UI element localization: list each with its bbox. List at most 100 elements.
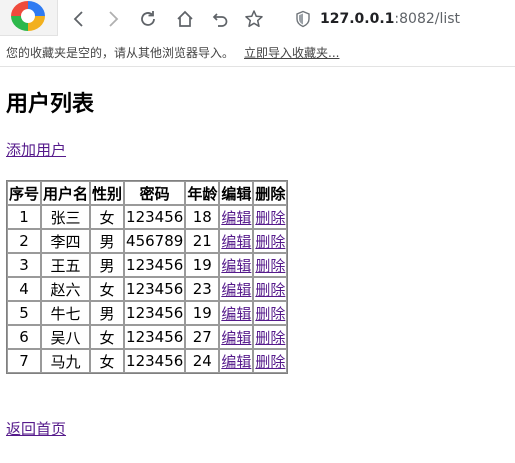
delete-link[interactable]: 删除	[255, 257, 285, 275]
header-age: 年龄	[185, 181, 220, 205]
table-cell: 编辑	[219, 205, 254, 229]
add-user-link[interactable]: 添加用户	[6, 139, 66, 160]
header-username: 用户名	[41, 181, 91, 205]
cell-age: 19	[185, 301, 220, 325]
cell-password: 123456	[124, 277, 186, 301]
edit-link[interactable]: 编辑	[221, 329, 251, 347]
cell-id: 5	[7, 301, 42, 325]
chevron-right-icon	[109, 11, 119, 27]
table-cell: 删除	[253, 325, 288, 349]
table-cell: 编辑	[219, 229, 254, 253]
shield-icon	[296, 10, 310, 28]
cell-gender: 女	[90, 325, 125, 349]
bookmarks-bar: 您的收藏夹是空的，请从其他浏览器导入。 立即导入收藏夹...	[0, 38, 515, 67]
cell-gender: 女	[90, 349, 125, 373]
cell-password: 123456	[124, 253, 186, 277]
cell-gender: 男	[90, 253, 125, 277]
back-button[interactable]	[67, 7, 91, 31]
undo-icon	[212, 13, 228, 27]
table-row: 4 赵六女 123456 23 编辑 删除	[7, 277, 288, 301]
table-cell: 删除	[253, 301, 288, 325]
chevron-left-icon	[73, 11, 83, 27]
url-path: :8082/list	[394, 11, 461, 27]
cell-id: 7	[7, 349, 42, 373]
table-row: 1 张三女 123456 18 编辑 删除	[7, 205, 288, 229]
table-row: 7 马九女 123456 24 编辑 删除	[7, 349, 288, 373]
cell-gender: 女	[90, 277, 125, 301]
cell-password: 456789	[124, 229, 186, 253]
cell-id: 1	[7, 205, 42, 229]
header-edit: 编辑	[219, 181, 254, 205]
cell-age: 27	[185, 325, 220, 349]
browser-tab[interactable]	[0, 0, 58, 36]
bookmark-star-button[interactable]	[242, 7, 266, 31]
delete-link[interactable]: 删除	[255, 233, 285, 251]
edit-link[interactable]: 编辑	[221, 281, 251, 299]
url-host: 127.0.0.1	[320, 11, 395, 27]
table-cell: 删除	[253, 205, 288, 229]
table-cell: 编辑	[219, 277, 254, 301]
reload-icon	[141, 11, 155, 26]
cell-age: 23	[185, 277, 220, 301]
delete-link[interactable]: 删除	[255, 353, 285, 371]
table-cell: 编辑	[219, 301, 254, 325]
cell-password: 123456	[124, 301, 186, 325]
table-cell: 删除	[253, 229, 288, 253]
header-gender: 性别	[90, 181, 125, 205]
page-title: 用户列表	[6, 92, 95, 117]
cell-password: 123456	[124, 325, 186, 349]
import-bookmarks-link[interactable]: 立即导入收藏夹...	[244, 44, 339, 61]
table-header-row: 序号 用户名 性别 密码 年龄 编辑 删除	[7, 181, 288, 205]
delete-link[interactable]: 删除	[255, 281, 285, 299]
page-content: 用户列表 添加用户 序号 用户名 性别 密码 年龄 编辑 删除 1 张三女 1234…	[0, 91, 515, 439]
cell-username: 吴八	[41, 325, 91, 349]
table-cell: 删除	[253, 277, 288, 301]
cell-username: 马九	[41, 349, 91, 373]
header-delete: 删除	[253, 181, 288, 205]
cell-age: 21	[185, 229, 220, 253]
home-icon	[177, 10, 193, 27]
table-row: 3 王五男 123456 19 编辑 删除	[7, 253, 288, 277]
user-table: 序号 用户名 性别 密码 年龄 编辑 删除 1 张三女 123456 18 编辑 删除 2 李…	[6, 180, 289, 374]
table-cell: 删除	[253, 253, 288, 277]
delete-link[interactable]: 删除	[255, 329, 285, 347]
edit-link[interactable]: 编辑	[221, 209, 251, 227]
cell-gender: 男	[90, 229, 125, 253]
undo-button[interactable]	[208, 7, 232, 31]
cell-password: 123456	[124, 349, 186, 373]
home-button[interactable]	[173, 7, 197, 31]
address-bar[interactable]: 127.0.0.1:8082/list	[286, 5, 515, 33]
cell-id: 4	[7, 277, 42, 301]
edit-link[interactable]: 编辑	[221, 257, 251, 275]
cell-username: 张三	[41, 205, 91, 229]
back-home-link[interactable]: 返回首页	[6, 418, 66, 439]
header-id: 序号	[7, 181, 42, 205]
delete-link[interactable]: 删除	[255, 209, 285, 227]
cell-gender: 男	[90, 301, 125, 325]
cell-age: 19	[185, 253, 220, 277]
table-row: 6 吴八女 123456 27 编辑 删除	[7, 325, 288, 349]
delete-link[interactable]: 删除	[255, 305, 285, 323]
table-cell: 删除	[253, 349, 288, 373]
browser-toolbar: 127.0.0.1:8082/list	[0, 0, 515, 38]
table-row: 2 李四男 456789 21 编辑 删除	[7, 229, 288, 253]
edit-link[interactable]: 编辑	[221, 305, 251, 323]
forward-button[interactable]	[101, 7, 125, 31]
cell-username: 李四	[41, 229, 91, 253]
browser-logo-icon	[11, 1, 45, 31]
cell-age: 18	[185, 205, 220, 229]
cell-id: 6	[7, 325, 42, 349]
cell-age: 24	[185, 349, 220, 373]
table-row: 5 牛七男 123456 19 编辑 删除	[7, 301, 288, 325]
cell-username: 王五	[41, 253, 91, 277]
cell-password: 123456	[124, 205, 186, 229]
star-icon	[245, 10, 263, 28]
cell-username: 牛七	[41, 301, 91, 325]
reload-button[interactable]	[136, 7, 160, 31]
edit-link[interactable]: 编辑	[221, 353, 251, 371]
cell-id: 3	[7, 253, 42, 277]
header-password: 密码	[124, 181, 186, 205]
bookmarks-notice: 您的收藏夹是空的，请从其他浏览器导入。	[6, 45, 235, 60]
cell-gender: 女	[90, 205, 125, 229]
edit-link[interactable]: 编辑	[221, 233, 251, 251]
